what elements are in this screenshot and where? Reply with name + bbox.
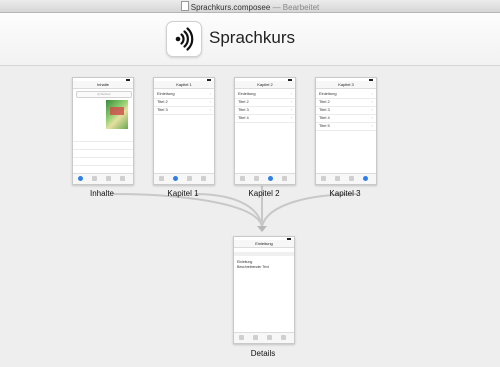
chevron-right-icon: › <box>371 107 373 112</box>
screen-caption-kapitel-3: Kapitel 3 <box>329 189 361 198</box>
nav-bar: Kapitel 2 <box>235 81 295 89</box>
chevron-right-icon: › <box>209 99 211 104</box>
window-title-separator: — <box>272 3 281 12</box>
chevron-right-icon: › <box>290 91 292 96</box>
nav-bar: Kapitel 3 <box>316 81 376 89</box>
row-label: Titel 5 <box>319 123 330 128</box>
chevron-right-icon: › <box>371 91 373 96</box>
nav-bar: Einleitung <box>234 240 294 248</box>
tab-bar <box>234 332 294 343</box>
tab-icon-active[interactable] <box>363 176 368 181</box>
tab-icon-active[interactable] <box>78 176 83 181</box>
connector-kapitel3-details <box>261 193 359 227</box>
search-field[interactable]: Q Suchen <box>76 91 132 98</box>
tab-icon-active[interactable] <box>268 176 273 181</box>
tab-icon-active[interactable] <box>173 176 178 181</box>
speaker-waves-icon <box>175 27 194 51</box>
screen-caption-kapitel-2: Kapitel 2 <box>248 189 280 198</box>
tab-icon[interactable] <box>106 176 111 181</box>
screen-caption-kapitel-1: Kapitel 1 <box>167 189 199 198</box>
row-label: Titel 3 <box>157 107 168 112</box>
list-row[interactable]: Titel 4 › <box>235 114 295 123</box>
chevron-right-icon: › <box>371 99 373 104</box>
tab-icon[interactable] <box>201 176 206 181</box>
chevron-right-icon: › <box>209 91 211 96</box>
tab-icon[interactable] <box>267 335 272 340</box>
tab-icon[interactable] <box>253 335 258 340</box>
app-name: Sprachkurs <box>209 28 295 47</box>
tab-icon[interactable] <box>335 176 340 181</box>
tab-icon[interactable] <box>321 176 326 181</box>
tab-icon[interactable] <box>187 176 192 181</box>
detail-body: Beschreibender Text <box>237 265 269 269</box>
row-label: Titel 2 <box>319 99 330 104</box>
tab-icon[interactable] <box>240 176 245 181</box>
chevron-right-icon: › <box>290 99 292 104</box>
nav-bar: Kapitel 1 <box>154 81 214 89</box>
chevron-right-icon: › <box>371 123 373 128</box>
chevron-right-icon: › <box>290 115 292 120</box>
window-edit-status: Bearbeitet <box>282 3 320 12</box>
screen-caption-details: Details <box>250 349 276 358</box>
tab-bar <box>235 173 295 184</box>
screen-details[interactable]: Einleitung Einleitung Beschreibender Tex… <box>233 236 295 344</box>
tab-icon[interactable] <box>92 176 97 181</box>
screen-kapitel-1[interactable]: Kapitel 1 Einleitung › Titel 2 › Titel 3 › <box>153 77 215 185</box>
tab-bar <box>316 173 376 184</box>
tab-icon[interactable] <box>239 335 244 340</box>
tab-icon[interactable] <box>282 176 287 181</box>
document-icon <box>180 1 189 11</box>
screen-kapitel-3[interactable]: Kapitel 3 Einleitung › Titel 2 › Titel 3 › … <box>315 77 377 185</box>
list-row[interactable]: Titel 3 › <box>154 106 214 115</box>
chevron-right-icon: › <box>371 115 373 120</box>
list-row <box>73 157 133 166</box>
nav-bar: Inhalte <box>73 81 133 89</box>
tab-icon[interactable] <box>254 176 259 181</box>
row-label: Titel 3 <box>319 107 330 112</box>
row-label: Titel 2 <box>157 99 168 104</box>
detail-heading: Einleitung <box>237 260 253 264</box>
book-cover-image[interactable] <box>106 100 128 129</box>
window-title: Sprachkurs.composee — Bearbeitet <box>0 1 500 12</box>
row-label: Titel 4 <box>319 115 330 120</box>
row-label: Titel 4 <box>238 115 249 120</box>
tab-icon[interactable] <box>120 176 125 181</box>
tab-bar <box>154 173 214 184</box>
row-label: Einleitung <box>238 91 256 96</box>
row-label: Einleitung <box>319 91 337 96</box>
header-strip <box>234 252 294 256</box>
screen-inhalte[interactable]: Inhalte Q Suchen <box>72 77 134 185</box>
tab-icon[interactable] <box>281 335 286 340</box>
window-file-name: Sprachkurs.composee <box>190 3 271 12</box>
screen-kapitel-2[interactable]: Kapitel 2 Einleitung › Titel 2 › Titel 3 › … <box>234 77 296 185</box>
connector-kapitel1-details <box>194 193 263 227</box>
row-label: Einleitung <box>157 91 175 96</box>
tab-icon[interactable] <box>159 176 164 181</box>
screen-caption-inhalte: Inhalte <box>89 189 115 198</box>
storyboard-canvas[interactable]: Inhalte Q Suchen Inhalte Kapitel 1 Einle… <box>0 66 500 367</box>
connector-arrowhead <box>257 226 267 232</box>
row-label: Titel 2 <box>238 99 249 104</box>
window-title-bar: Sprachkurs.composee — Bearbeitet <box>0 0 500 13</box>
chevron-right-icon: › <box>209 107 211 112</box>
row-label: Titel 3 <box>238 107 249 112</box>
tab-bar <box>73 173 133 184</box>
list-row[interactable]: Titel 5 › <box>316 122 376 131</box>
chevron-right-icon: › <box>290 107 292 112</box>
connector-inhalte-details <box>113 193 263 227</box>
book-cover-title-band <box>110 107 124 115</box>
app-icon[interactable] <box>166 21 202 57</box>
app-header: Sprachkurs <box>0 13 500 66</box>
tab-icon[interactable] <box>349 176 354 181</box>
